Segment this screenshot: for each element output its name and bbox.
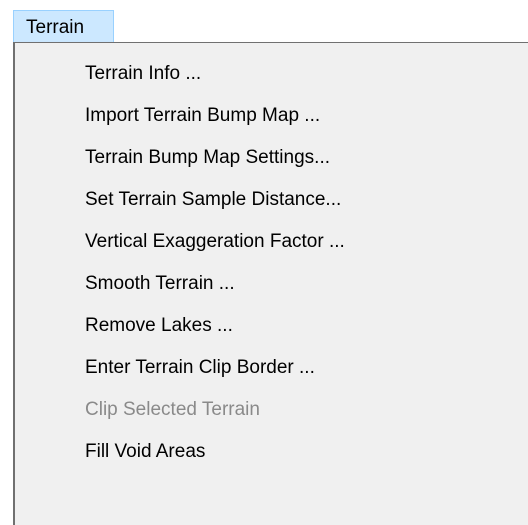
menu-terrain[interactable]: Terrain	[13, 10, 114, 43]
menu-item-terrain-info[interactable]: Terrain Info ...	[15, 53, 528, 95]
menu-item-fill-void-areas[interactable]: Fill Void Areas	[15, 431, 528, 473]
menu-item-terrain-bump-map-settings[interactable]: Terrain Bump Map Settings...	[15, 137, 528, 179]
menu-item-import-terrain-bump-map[interactable]: Import Terrain Bump Map ...	[15, 95, 528, 137]
menu-item-set-terrain-sample-distance[interactable]: Set Terrain Sample Distance...	[15, 179, 528, 221]
menu-item-smooth-terrain[interactable]: Smooth Terrain ...	[15, 263, 528, 305]
menu-item-remove-lakes[interactable]: Remove Lakes ...	[15, 305, 528, 347]
menu-item-clip-selected-terrain: Clip Selected Terrain	[85, 399, 260, 420]
terrain-menu-list: Terrain Info ... Import Terrain Bump Map…	[15, 53, 528, 473]
terrain-dropdown-menu: Terrain Info ... Import Terrain Bump Map…	[13, 42, 528, 525]
menu-item-enter-terrain-clip-border[interactable]: Enter Terrain Clip Border ...	[15, 347, 528, 389]
app-window: Terrain Terrain Info ... Import Terrain …	[0, 0, 528, 525]
menu-item-vertical-exaggeration-factor[interactable]: Vertical Exaggeration Factor ...	[15, 221, 528, 263]
